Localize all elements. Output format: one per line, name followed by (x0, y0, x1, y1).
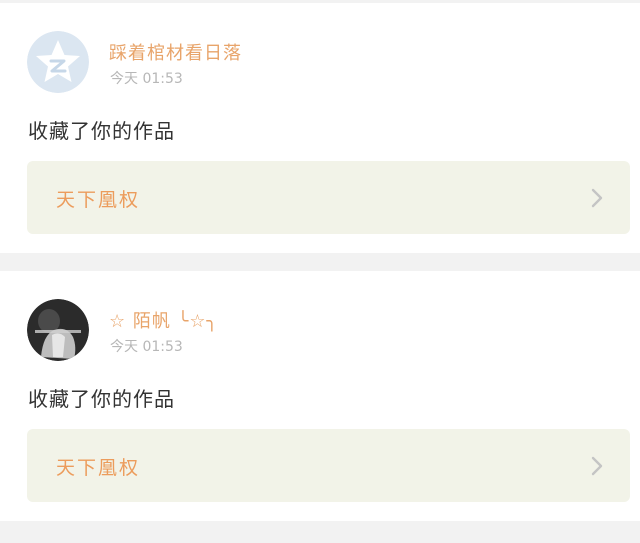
action-text: 收藏了你的作品 (28, 387, 175, 411)
chevron-right-icon (591, 456, 603, 476)
work-link[interactable]: 天下凰权 (27, 161, 630, 234)
chevron-right-icon (591, 188, 603, 208)
timestamp: 今天 01:53 (110, 339, 183, 355)
username[interactable]: ☆ 陌帆 ╰☆╮ (109, 307, 218, 333)
avatar[interactable] (27, 299, 89, 361)
notification-card: 踩着棺材看日落 今天 01:53 收藏了你的作品 天下凰权 (0, 3, 640, 253)
timestamp: 今天 01:53 (110, 71, 183, 87)
star-avatar-icon (27, 31, 89, 93)
work-link[interactable]: 天下凰权 (27, 429, 630, 502)
action-text: 收藏了你的作品 (28, 119, 175, 143)
work-title: 天下凰权 (56, 189, 141, 211)
avatar[interactable] (27, 31, 89, 93)
notification-card: ☆ 陌帆 ╰☆╮ 今天 01:53 收藏了你的作品 天下凰权 (0, 271, 640, 521)
user-photo-icon (27, 299, 89, 361)
username[interactable]: 踩着棺材看日落 (109, 39, 242, 65)
work-title: 天下凰权 (56, 457, 141, 479)
